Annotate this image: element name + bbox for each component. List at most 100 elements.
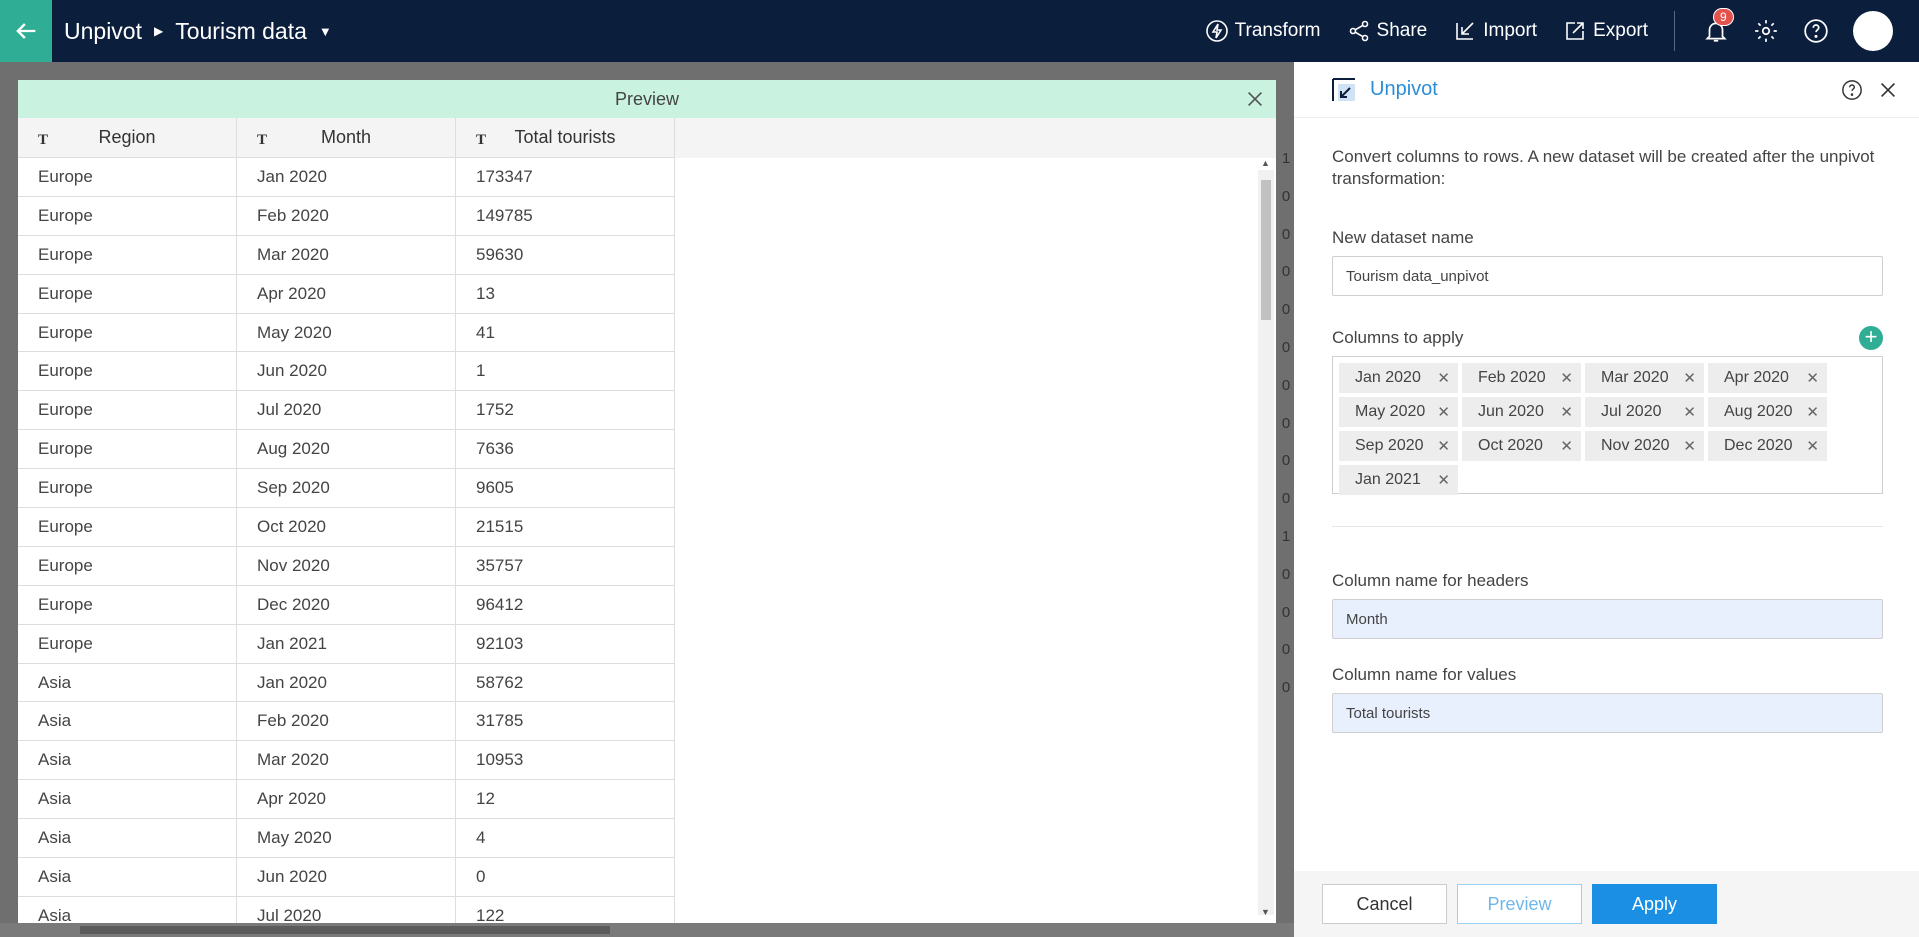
table-cell[interactable]: Feb 2020 (237, 702, 456, 742)
table-cell[interactable]: Asia (18, 702, 237, 742)
scrollbar-thumb[interactable] (1261, 180, 1271, 320)
breadcrumb-unpivot[interactable]: Unpivot (64, 18, 142, 45)
headers-name-input[interactable] (1332, 599, 1883, 639)
table-cell[interactable]: May 2020 (237, 819, 456, 859)
scroll-up-icon[interactable]: ▲ (1261, 158, 1270, 168)
remove-chip-icon[interactable]: ✕ (1806, 369, 1819, 387)
scroll-down-icon[interactable]: ▼ (1261, 907, 1270, 917)
settings-button[interactable] (1753, 18, 1779, 44)
dataset-name-input[interactable] (1332, 256, 1883, 296)
table-cell[interactable]: Sep 2020 (237, 469, 456, 509)
table-cell[interactable]: Jan 2021 (237, 624, 456, 664)
table-cell[interactable]: Europe (18, 391, 237, 431)
table-cell[interactable]: Feb 2020 (237, 196, 456, 236)
help-icon[interactable] (1841, 79, 1863, 101)
table-cell[interactable]: 92103 (456, 624, 675, 664)
table-cell[interactable]: Europe (18, 508, 237, 547)
remove-chip-icon[interactable]: ✕ (1560, 437, 1573, 455)
table-cell[interactable]: Oct 2020 (237, 508, 456, 547)
table-cell[interactable]: Apr 2020 (237, 780, 456, 820)
table-cell[interactable]: 58762 (456, 663, 675, 703)
remove-chip-icon[interactable]: ✕ (1560, 369, 1573, 387)
table-cell[interactable]: Europe (18, 469, 237, 509)
avatar[interactable] (1853, 11, 1893, 51)
cancel-button[interactable]: Cancel (1322, 884, 1447, 924)
remove-chip-icon[interactable]: ✕ (1437, 471, 1450, 489)
apply-button[interactable]: Apply (1592, 884, 1717, 924)
breadcrumb-dataset[interactable]: Tourism data (175, 18, 307, 45)
table-cell[interactable]: 10953 (456, 741, 675, 781)
close-icon[interactable] (1877, 79, 1899, 101)
table-cell[interactable]: Dec 2020 (237, 585, 456, 625)
remove-chip-icon[interactable]: ✕ (1437, 369, 1450, 387)
share-button[interactable]: Share (1347, 19, 1427, 43)
help-button[interactable] (1803, 18, 1829, 44)
values-name-input[interactable] (1332, 693, 1883, 733)
transform-button[interactable]: Transform (1205, 19, 1321, 43)
table-cell[interactable]: Jan 2020 (237, 158, 456, 197)
table-cell[interactable]: Aug 2020 (237, 430, 456, 470)
table-cell[interactable]: Asia (18, 741, 237, 781)
table-cell[interactable]: Jan 2020 (237, 663, 456, 703)
chevron-down-icon[interactable]: ▼ (319, 24, 332, 39)
remove-chip-icon[interactable]: ✕ (1683, 369, 1696, 387)
preview-button[interactable]: Preview (1457, 884, 1582, 924)
table-cell[interactable]: Europe (18, 585, 237, 625)
remove-chip-icon[interactable]: ✕ (1437, 437, 1450, 455)
horizontal-scrollbar-thumb[interactable] (80, 926, 610, 934)
table-cell[interactable]: Asia (18, 819, 237, 859)
table-cell[interactable]: Europe (18, 352, 237, 392)
column-header-region[interactable]: T Region (18, 118, 237, 158)
table-cell[interactable]: 1752 (456, 391, 675, 431)
table-cell[interactable]: Apr 2020 (237, 274, 456, 314)
remove-chip-icon[interactable]: ✕ (1683, 437, 1696, 455)
table-cell[interactable]: Europe (18, 274, 237, 314)
table-cell[interactable]: Jun 2020 (237, 352, 456, 392)
table-cell[interactable]: Europe (18, 196, 237, 236)
table-cell[interactable]: Europe (18, 624, 237, 664)
column-header-total-tourists[interactable]: T Total tourists (456, 118, 675, 158)
table-cell[interactable]: 41 (456, 313, 675, 353)
table-cell[interactable]: 173347 (456, 158, 675, 197)
table-cell[interactable]: 1 (456, 352, 675, 392)
table-cell[interactable]: 149785 (456, 196, 675, 236)
remove-chip-icon[interactable]: ✕ (1806, 403, 1819, 421)
remove-chip-icon[interactable]: ✕ (1683, 403, 1696, 421)
table-cell[interactable]: Mar 2020 (237, 235, 456, 275)
remove-chip-icon[interactable]: ✕ (1437, 403, 1450, 421)
table-cell[interactable]: 0 (456, 858, 675, 897)
table-cell[interactable]: Asia (18, 780, 237, 820)
export-button[interactable]: Export (1563, 19, 1648, 43)
table-cell[interactable]: Asia (18, 663, 237, 703)
table-cell[interactable]: Asia (18, 896, 237, 923)
table-cell[interactable]: 35757 (456, 546, 675, 586)
table-cell[interactable]: Asia (18, 858, 237, 897)
table-cell[interactable]: 4 (456, 819, 675, 859)
table-cell[interactable]: Nov 2020 (237, 546, 456, 586)
horizontal-scrollbar[interactable] (0, 923, 1294, 937)
table-cell[interactable]: 7636 (456, 430, 675, 470)
table-cell[interactable]: Jul 2020 (237, 391, 456, 431)
notifications-button[interactable]: 9 (1703, 8, 1734, 44)
table-cell[interactable]: Europe (18, 546, 237, 586)
add-column-button[interactable]: + (1859, 326, 1883, 350)
table-cell[interactable]: Europe (18, 158, 237, 197)
close-icon[interactable] (1244, 88, 1266, 110)
preview-vertical-scrollbar[interactable]: ▲ ▼ (1258, 158, 1274, 917)
table-cell[interactable]: 96412 (456, 585, 675, 625)
table-cell[interactable]: Mar 2020 (237, 741, 456, 781)
table-cell[interactable]: 9605 (456, 469, 675, 509)
remove-chip-icon[interactable]: ✕ (1560, 403, 1573, 421)
table-cell[interactable]: 31785 (456, 702, 675, 742)
table-cell[interactable]: 13 (456, 274, 675, 314)
table-cell[interactable]: Jul 2020 (237, 896, 456, 923)
table-cell[interactable]: Jun 2020 (237, 858, 456, 897)
table-cell[interactable]: Europe (18, 313, 237, 353)
table-cell[interactable]: 59630 (456, 235, 675, 275)
table-cell[interactable]: 122 (456, 896, 675, 923)
table-cell[interactable]: 12 (456, 780, 675, 820)
columns-chip-box[interactable]: Jan 2020 ✕ Feb 2020 ✕ Mar 2020 ✕ Apr 2020 ✕ May … (1332, 356, 1883, 495)
import-button[interactable]: Import (1453, 19, 1537, 43)
table-cell[interactable]: 21515 (456, 508, 675, 547)
remove-chip-icon[interactable]: ✕ (1806, 437, 1819, 455)
